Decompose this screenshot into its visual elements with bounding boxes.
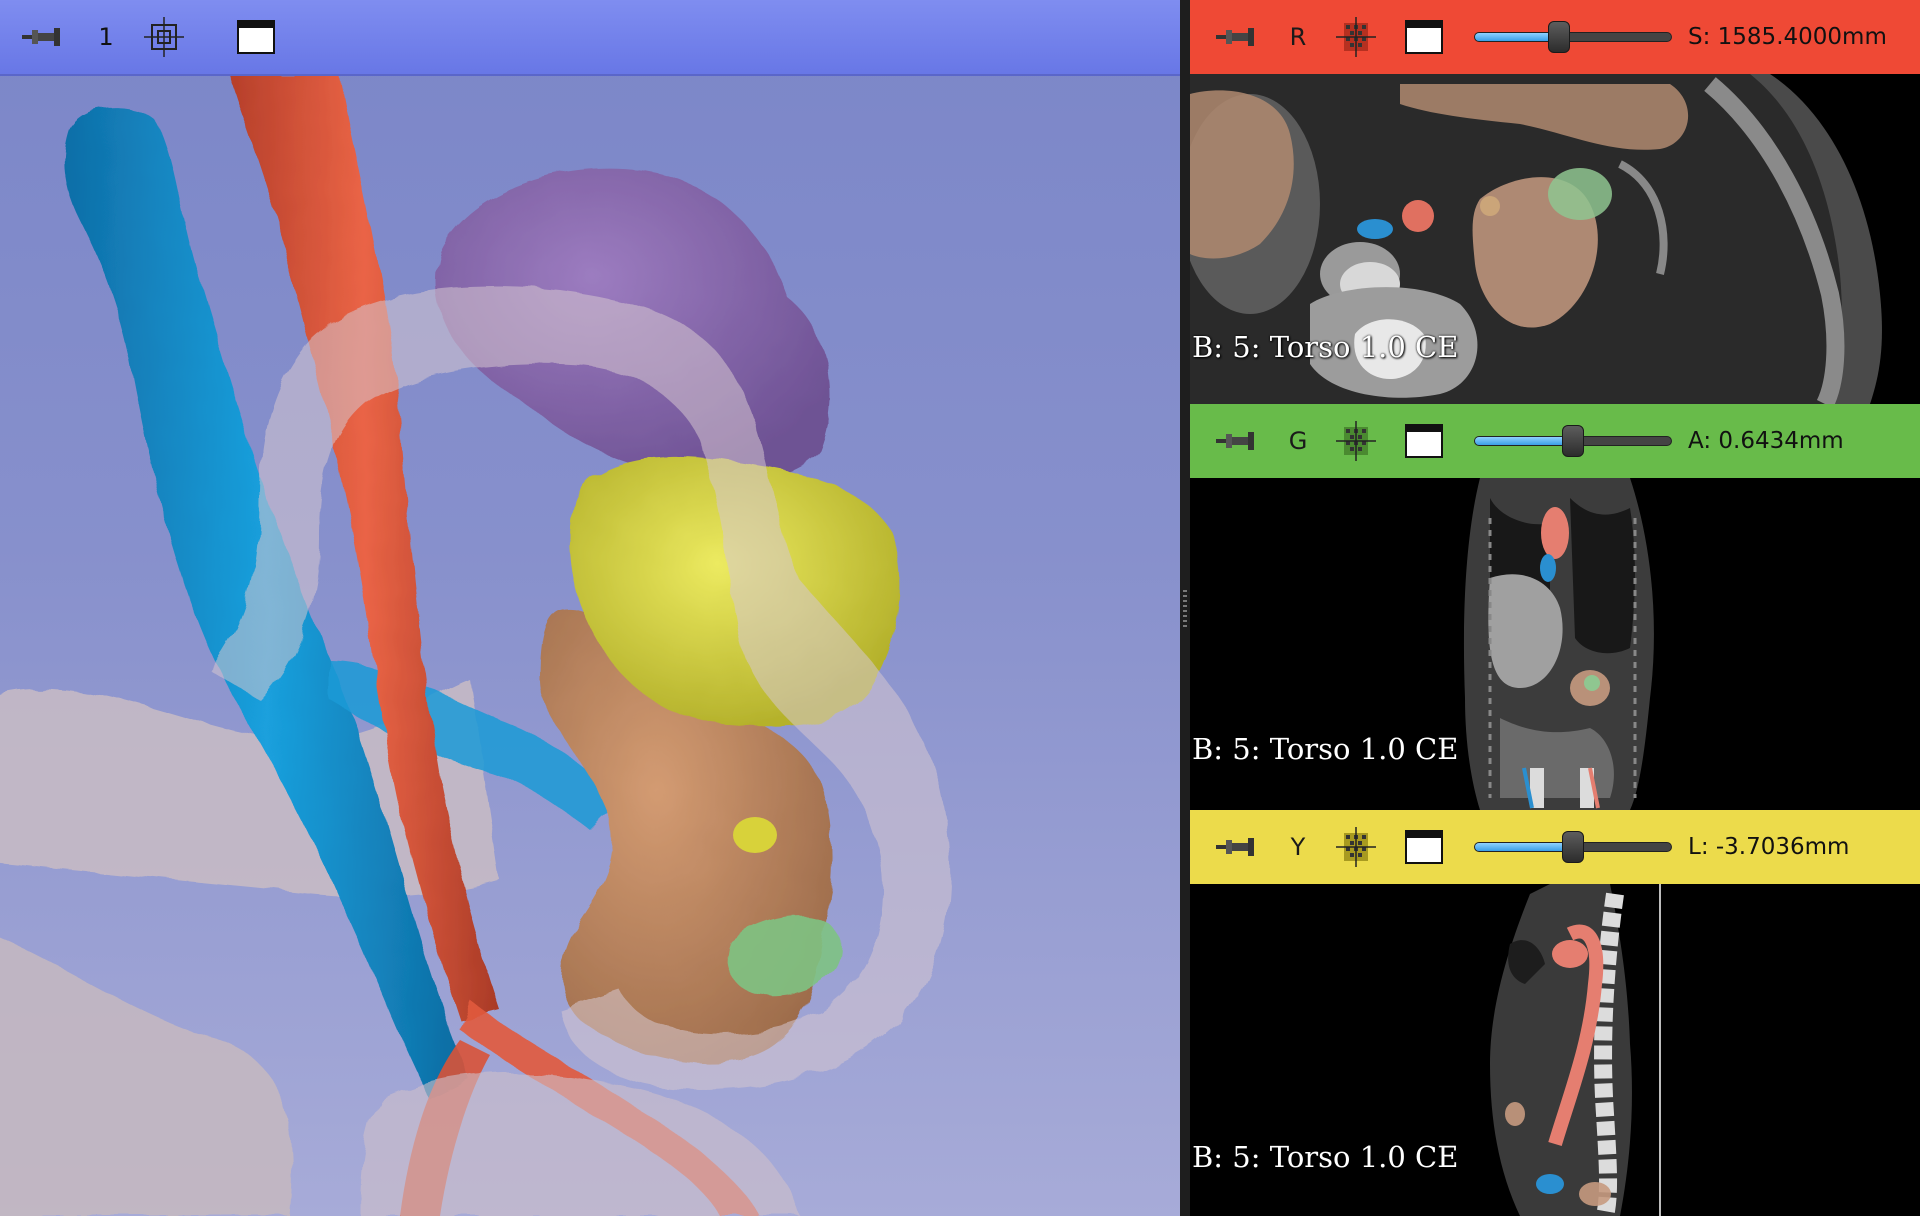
- view-number-label: 1: [98, 23, 114, 51]
- maximize-view-icon[interactable]: [1400, 13, 1448, 61]
- slider-handle[interactable]: [1562, 831, 1584, 863]
- 3d-view[interactable]: 1: [0, 0, 1180, 1216]
- pin-icon[interactable]: [1212, 417, 1260, 465]
- slice-controller-icon[interactable]: [1332, 823, 1380, 871]
- slice-offset-value: L: -3.7036mm: [1688, 834, 1850, 860]
- center-view-icon[interactable]: [140, 13, 188, 61]
- pin-icon[interactable]: [18, 13, 66, 61]
- pin-icon[interactable]: [1212, 13, 1260, 61]
- slice-offset-slider[interactable]: [1474, 829, 1672, 865]
- red-slice-view[interactable]: R S: 1585.4000mm B: 5: Torso 1.0 CE: [1190, 0, 1920, 404]
- background-volume-label: B: 5: Torso 1.0 CE: [1192, 732, 1459, 766]
- slider-handle[interactable]: [1562, 425, 1584, 457]
- yellow-slice-view[interactable]: Y L: -3.7036mm B: 5: Torso 1.0 CE: [1190, 810, 1920, 1216]
- 3d-render-scene[interactable]: [0, 0, 1180, 1216]
- maximize-view-icon[interactable]: [1400, 823, 1448, 871]
- background-volume-label: B: 5: Torso 1.0 CE: [1192, 330, 1459, 364]
- view-letter: Y: [1290, 833, 1306, 861]
- view-splitter[interactable]: [1180, 0, 1190, 1216]
- slice-offset-slider[interactable]: [1474, 423, 1672, 459]
- slice-offset-value: S: 1585.4000mm: [1688, 24, 1887, 50]
- view-letter: R: [1289, 23, 1307, 51]
- maximize-view-icon[interactable]: [1400, 417, 1448, 465]
- green-slice-toolbar: G A: 0.6434mm: [1190, 404, 1920, 478]
- 3d-view-toolbar: 1: [0, 0, 1180, 76]
- slice-offset-slider[interactable]: [1474, 19, 1672, 55]
- green-slice-view[interactable]: G A: 0.6434mm B: 5: Torso 1.0 CE: [1190, 404, 1920, 810]
- slider-handle[interactable]: [1547, 21, 1570, 53]
- slice-offset-value: A: 0.6434mm: [1688, 428, 1844, 454]
- view-letter: G: [1288, 427, 1308, 455]
- slice-controller-icon[interactable]: [1332, 417, 1380, 465]
- kidney-lesion-small: [733, 817, 777, 853]
- slice-controller-icon[interactable]: [1332, 13, 1380, 61]
- splitter-grip-icon[interactable]: [1183, 590, 1187, 630]
- pin-icon[interactable]: [1212, 823, 1260, 871]
- background-volume-label: B: 5: Torso 1.0 CE: [1192, 1140, 1459, 1174]
- maximize-view-icon[interactable]: [232, 13, 280, 61]
- red-slice-toolbar: R S: 1585.4000mm: [1190, 0, 1920, 74]
- yellow-slice-toolbar: Y L: -3.7036mm: [1190, 810, 1920, 884]
